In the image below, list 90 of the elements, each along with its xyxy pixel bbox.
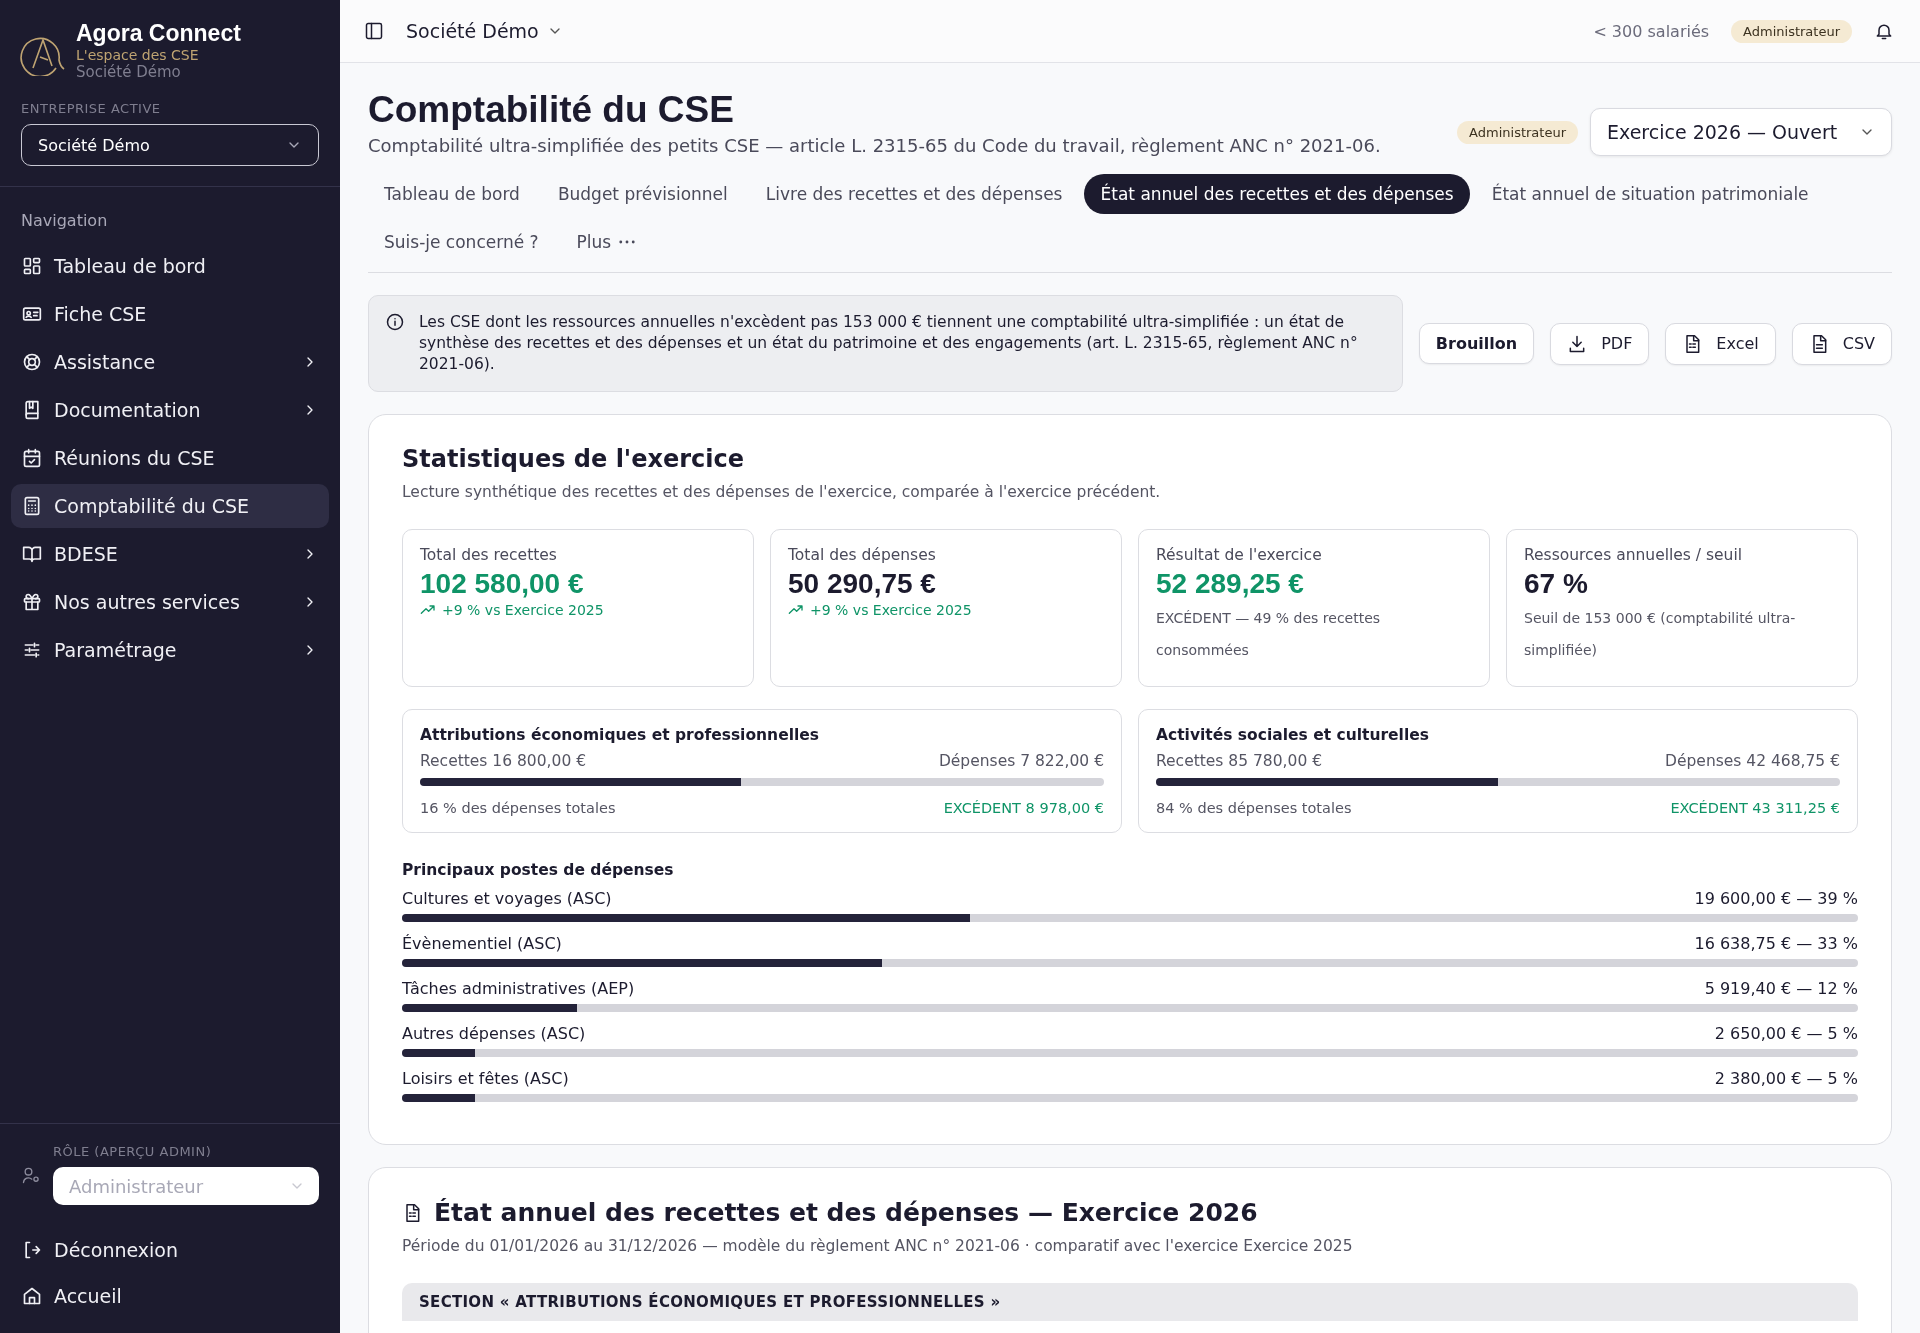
company-size: < 300 salariés [1593,21,1710,41]
kpi-label: Total des recettes [420,546,558,564]
card-subtitle: Lecture synthétique des recettes et des dépenses de l'exercice, comparée à l'exercice précédent. [402,483,1162,501]
card-title: Statistiques de l'exercice [402,445,746,473]
kpi-label: Ressources annuelles / seuil [1524,546,1743,564]
nav-item[interactable]: Fiche CSE [11,292,329,336]
expense-amount: 2 650,00 € — 5 % [1714,1024,1858,1043]
home-icon [22,1286,42,1306]
open-book-icon [22,544,42,564]
expense-amount: 2 380,00 € — 5 % [1714,1069,1858,1088]
brand-tagline: L'espace des CSE [76,47,200,63]
tab[interactable]: Tableau de bord [368,174,536,214]
expense-text: Dépenses 7 822,00 € [938,752,1104,770]
nav-item[interactable]: BDESE [11,532,329,576]
info-icon [385,312,405,332]
gift-icon [22,592,42,612]
category-title: Activités sociales et culturelles [1156,726,1430,744]
kpi-value: 50 290,75 € [788,568,937,600]
result-text: EXCÉDENT 43 311,25 € [1670,800,1840,816]
calculator-icon [22,496,42,516]
expense-label: Loisirs et fêtes (ASC) [402,1069,569,1088]
field-label: RÔLE (APERÇU ADMIN) [53,1144,213,1159]
nav-item[interactable]: Accueil [11,1273,329,1319]
export-button[interactable]: PDF [1550,322,1650,365]
card-subtitle: Période du 01/01/2026 au 31/12/2026 — modèle du règlement ANC n° 2021-06 · comparatif avec l'exercice Exercice 2025 [402,1237,1354,1255]
tab[interactable]: Plus [560,222,652,262]
sidebar-toggle-icon [364,21,384,41]
tab[interactable]: État annuel des recettes et des dépenses [1084,174,1470,214]
expense-amount: 16 638,75 € — 33 % [1694,934,1858,953]
kpi-note: Seuil de 153 000 € (comptabilité ultra-simplifiée) [1524,609,1797,660]
logout-icon [22,1240,42,1260]
id-card-icon [22,304,42,324]
nav-item[interactable]: Comptabilité du CSE [11,484,329,528]
exercise-select[interactable]: Exercice 2026 — Ouvert [1590,108,1892,156]
kpi-value: 67 % [1524,568,1589,600]
expense-amount: 5 919,40 € — 12 % [1704,979,1858,998]
section-heading: Principaux postes de dépenses [402,861,675,879]
income-text: Recettes 85 780,00 € [1156,752,1323,770]
export-button[interactable]: CSV [1791,322,1892,365]
nav-item[interactable]: Paramétrage [11,628,329,672]
nav-item[interactable]: Déconnexion [11,1227,329,1273]
dashboard-icon [22,256,42,276]
nav-item[interactable]: Documentation [11,388,329,432]
sliders-icon [22,640,42,660]
expense-label: Tâches administratives (AEP) [402,979,635,998]
section-heading: Navigation [20,210,109,232]
kpi-note: EXCÉDENT — 49 % des recettes consommées [1156,609,1382,660]
info-text: Les CSE dont les ressources annuelles n'excèdent pas 153 000 € tiennent une comptabilité ultra-simplifiée : un état de synthèse des recettes et des dépenses et un état du patrimoine et des engagements (art. L. 2315-65, règlement ANC n° 2021-06). [419,312,1359,375]
company-name: Société Démo [76,63,182,81]
trend-text: +9 % vs Exercice 2025 [810,602,972,618]
role-badge: Administrateur [1731,19,1852,43]
nav-item[interactable]: Assistance [11,340,329,384]
status-button[interactable]: Brouillon [1418,323,1535,364]
kpi-label: Total des dépenses [788,546,937,564]
book-icon [22,400,42,420]
trend-text: +9 % vs Exercice 2025 [442,602,604,618]
nav-item[interactable]: Nos autres services [11,580,329,624]
tab[interactable]: État annuel de situation patrimoniale [1475,174,1825,214]
expense-amount: 19 600,00 € — 39 % [1694,889,1858,908]
kpi-value: 52 289,25 € [1156,568,1305,600]
income-text: Recettes 16 800,00 € [420,752,587,770]
company-switcher[interactable]: Société Démo [406,20,539,42]
role-badge: Administrateur [1457,121,1578,144]
nav-item[interactable]: Réunions du CSE [11,436,329,480]
more-icon [619,240,636,244]
company-select[interactable]: Société Démo [21,124,319,166]
tab[interactable]: Suis-je concerné ? [368,222,555,262]
card-title: État annuel des recettes et des dépenses — Exercice 2026 [434,1198,1258,1227]
expense-label: Cultures et voyages (ASC) [402,889,612,908]
share-text: 84 % des dépenses totales [1156,800,1352,816]
page-subtitle: Comptabilité ultra-simplifiée des petits CSE — article L. 2315-65 du Code du travail, règlement ANC n° 2021-06. [368,135,1382,156]
calendar-check-icon [22,448,42,468]
expense-label: Évènementiel (ASC) [402,934,562,953]
export-button[interactable]: Excel [1665,322,1776,365]
share-text: 16 % des dépenses totales [420,800,616,816]
tab[interactable]: Livre des recettes et des dépenses [749,174,1079,214]
lifebuoy-icon [22,352,42,372]
category-title: Attributions économiques et professionnelles [420,726,820,744]
kpi-value: 102 580,00 € [420,568,585,600]
expense-label: Autres dépenses (ASC) [402,1024,586,1043]
field-label: ENTREPRISE ACTIVE [21,101,162,116]
result-text: EXCÉDENT 8 978,00 € [943,800,1104,816]
table-section-header: SECTION « ATTRIBUTIONS ÉCONOMIQUES ET PROFESSIONNELLES » [402,1283,1858,1321]
tab[interactable]: Budget prévisionnel [541,174,744,214]
nav-item[interactable]: Tableau de bord [11,244,329,288]
kpi-label: Résultat de l'exercice [1156,546,1323,564]
brand-name: Agora Connect [76,20,241,47]
page-title: Comptabilité du CSE [368,89,735,131]
expense-text: Dépenses 42 468,75 € [1665,752,1840,770]
role-select[interactable]: Administrateur [53,1167,319,1205]
